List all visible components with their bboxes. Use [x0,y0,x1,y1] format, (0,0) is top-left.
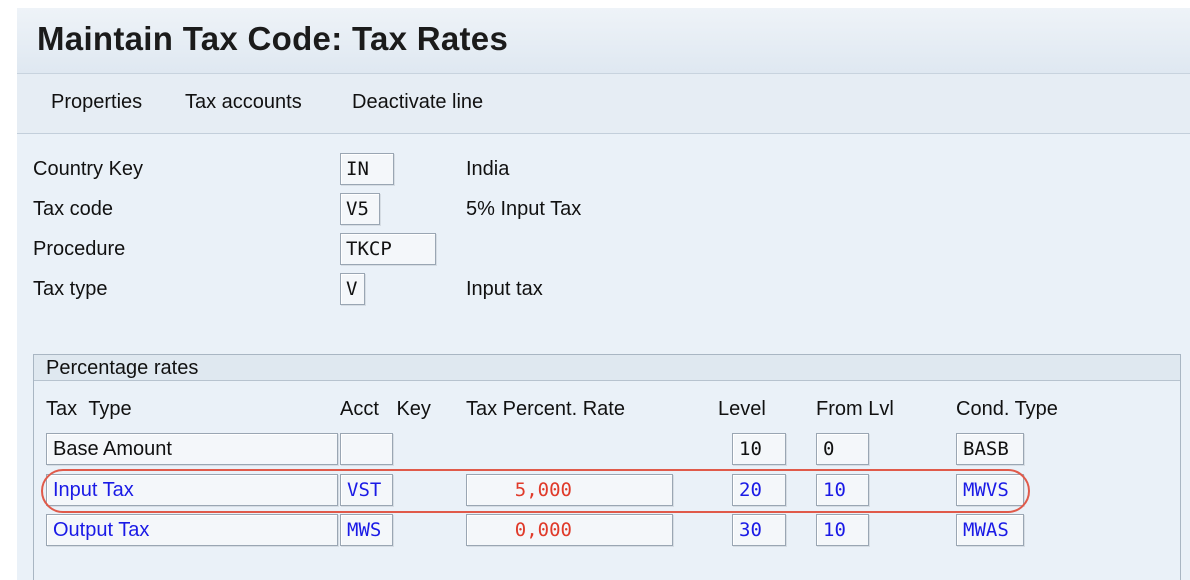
row-input-tax-cond-type[interactable]: MWVS [956,474,1024,506]
country-name-text: India [466,158,510,180]
row-output-tax-acct-key[interactable]: MWS [340,514,393,546]
row-output-tax-tax-type[interactable]: Output Tax [46,514,338,546]
tax-accounts-button[interactable]: Tax accounts [185,91,302,114]
tax-type-description: Input tax [466,278,543,300]
application-toolbar: Properties Tax accounts Deactivate line [17,74,1190,134]
properties-button[interactable]: Properties [51,91,142,114]
procedure-label: Procedure [33,238,126,260]
col-header-rate: Tax Percent. Rate [466,398,625,420]
col-header-cond-type: Cond. Type [956,398,1058,420]
row-output-tax-cond-type[interactable]: MWAS [956,514,1024,546]
row-input-tax-rate[interactable]: 5,000 [466,474,673,506]
row-base-amount-cond-type[interactable]: BASB [956,433,1024,465]
row-base-amount-from-lvl[interactable]: 0 [816,433,869,465]
deactivate-line-button[interactable]: Deactivate line [352,91,483,114]
group-header: Percentage rates [34,355,1180,381]
procedure-field[interactable]: TKCP [340,233,436,265]
title-bar: Maintain Tax Code: Tax Rates [17,0,1190,74]
col-header-from-lvl: From Lvl [816,398,894,420]
tax-type-field[interactable]: V [340,273,365,305]
percentage-rates-group: Percentage rates [33,354,1181,580]
tax-type-label: Tax type [33,278,108,300]
row-input-tax-acct-key[interactable]: VST [340,474,393,506]
col-header-tax-type: Tax Type [46,398,132,420]
row-output-tax-from-lvl[interactable]: 10 [816,514,869,546]
country-key-field[interactable]: IN [340,153,394,185]
col-header-level: Level [718,398,766,420]
row-output-tax-level[interactable]: 30 [732,514,786,546]
tax-code-field[interactable]: V5 [340,193,380,225]
row-base-amount-level[interactable]: 10 [732,433,786,465]
col-header-acct-key: Acct Key [340,398,431,420]
row-base-amount-tax-type: Base Amount [46,433,338,465]
tax-code-description: 5% Input Tax [466,198,582,220]
row-output-tax-rate[interactable]: 0,000 [466,514,673,546]
row-input-tax-from-lvl[interactable]: 10 [816,474,869,506]
tax-code-label: Tax code [33,198,114,220]
row-input-tax-tax-type[interactable]: Input Tax [46,474,338,506]
row-base-amount-acct-key[interactable] [340,433,393,465]
country-key-label: Country Key [33,158,144,180]
group-title: Percentage rates [46,357,199,379]
page-title: Maintain Tax Code: Tax Rates [37,20,509,57]
row-input-tax-level[interactable]: 20 [732,474,786,506]
